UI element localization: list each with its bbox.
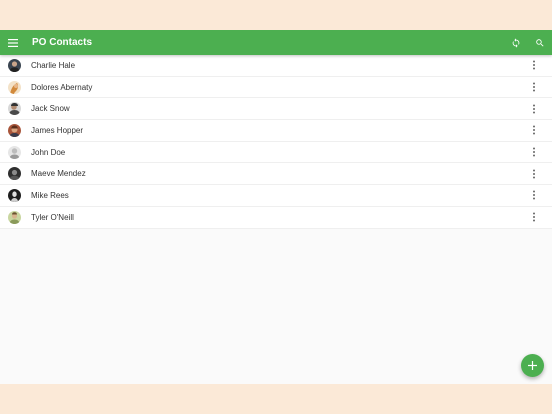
list-item[interactable]: Tyler O'Neill xyxy=(0,207,552,229)
more-vert-icon xyxy=(533,125,535,135)
more-vert-icon xyxy=(533,104,535,114)
more-vert-icon xyxy=(533,82,535,92)
contact-name: John Doe xyxy=(31,147,66,157)
more-button[interactable] xyxy=(526,101,542,117)
contact-list: Charlie Hale Dolores Abernaty Jack Snow xyxy=(0,55,552,229)
more-button[interactable] xyxy=(526,166,542,182)
more-vert-icon xyxy=(533,190,535,200)
avatar xyxy=(8,80,21,94)
appbar-actions xyxy=(504,30,552,55)
contact-name: Mike Rees xyxy=(31,190,69,200)
search-icon xyxy=(536,38,544,47)
avatar xyxy=(8,145,21,159)
more-vert-icon xyxy=(533,147,535,157)
contact-name: Dolores Abernaty xyxy=(31,82,93,92)
more-button[interactable] xyxy=(526,79,542,95)
list-item[interactable]: Maeve Mendez xyxy=(0,163,552,186)
contact-name: Maeve Mendez xyxy=(31,169,86,179)
contact-name: Jack Snow xyxy=(31,104,70,114)
search-button[interactable] xyxy=(528,30,552,55)
list-item[interactable]: Jack Snow xyxy=(0,98,552,121)
list-item[interactable]: James Hopper xyxy=(0,120,552,142)
list-item[interactable]: John Doe xyxy=(0,142,552,164)
more-button[interactable] xyxy=(526,209,542,225)
contact-name: James Hopper xyxy=(31,125,84,135)
app-bar: PO Contacts xyxy=(0,30,552,55)
app-window: PO Contacts Charlie Hale Dolores Abernat… xyxy=(0,30,552,384)
list-item[interactable]: Mike Rees xyxy=(0,185,552,207)
more-button[interactable] xyxy=(526,122,542,138)
add-contact-button[interactable] xyxy=(521,354,544,377)
list-item[interactable]: Dolores Abernaty xyxy=(0,77,552,99)
sync-button[interactable] xyxy=(504,30,528,55)
more-button[interactable] xyxy=(526,57,542,73)
avatar xyxy=(8,210,21,224)
page-title: PO Contacts xyxy=(32,37,93,48)
avatar xyxy=(8,188,21,202)
contact-name: Charlie Hale xyxy=(31,60,76,70)
avatar xyxy=(8,102,21,116)
more-vert-icon xyxy=(533,60,535,70)
list-item[interactable]: Charlie Hale xyxy=(0,55,552,77)
more-button[interactable] xyxy=(526,187,542,203)
more-vert-icon xyxy=(533,212,535,222)
avatar xyxy=(8,123,21,137)
contact-name: Tyler O'Neill xyxy=(31,212,74,222)
menu-button[interactable] xyxy=(1,30,25,55)
sync-icon xyxy=(512,37,520,48)
more-button[interactable] xyxy=(526,144,542,160)
add-icon xyxy=(528,361,537,370)
more-vert-icon xyxy=(533,169,535,179)
avatar xyxy=(8,167,21,181)
avatar xyxy=(8,58,21,72)
menu-icon xyxy=(8,38,18,47)
